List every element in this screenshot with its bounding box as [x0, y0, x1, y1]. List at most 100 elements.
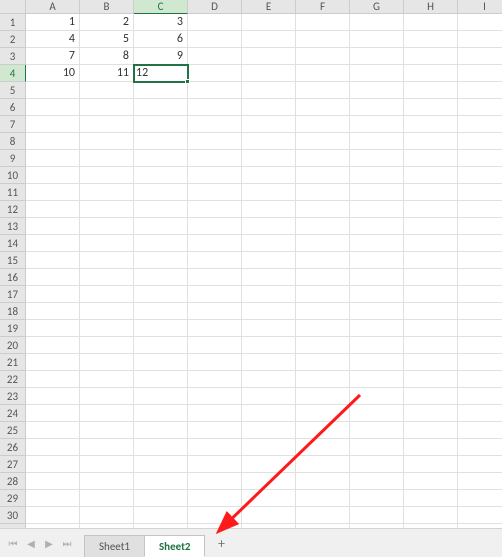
cell-e24[interactable]	[242, 405, 296, 422]
cell-d1[interactable]	[188, 14, 242, 31]
cell-g13[interactable]	[350, 218, 404, 235]
cell-g7[interactable]	[350, 116, 404, 133]
cell-e15[interactable]	[242, 252, 296, 269]
cell-a18[interactable]	[26, 303, 80, 320]
cell-d15[interactable]	[188, 252, 242, 269]
cell-a15[interactable]	[26, 252, 80, 269]
cell-b6[interactable]	[80, 99, 134, 116]
cell-e12[interactable]	[242, 201, 296, 218]
cell-e1[interactable]	[242, 14, 296, 31]
cell-b25[interactable]	[80, 422, 134, 439]
cell-c14[interactable]	[134, 235, 188, 252]
cell-f2[interactable]	[296, 31, 350, 48]
cell-e18[interactable]	[242, 303, 296, 320]
cell-i18[interactable]	[458, 303, 502, 320]
cell-i13[interactable]	[458, 218, 502, 235]
cell-c29[interactable]	[134, 490, 188, 507]
cell-b1[interactable]: 2	[80, 14, 134, 31]
cell-f29[interactable]	[296, 490, 350, 507]
cell-h29[interactable]	[404, 490, 458, 507]
cell-a2[interactable]: 4	[26, 31, 80, 48]
cell-g19[interactable]	[350, 320, 404, 337]
cell-f20[interactable]	[296, 337, 350, 354]
cell-c6[interactable]	[134, 99, 188, 116]
cell-b13[interactable]	[80, 218, 134, 235]
cell-f16[interactable]	[296, 269, 350, 286]
cell-c20[interactable]	[134, 337, 188, 354]
tab-sheet1[interactable]: Sheet1	[84, 535, 145, 557]
column-header-h[interactable]: H	[404, 0, 458, 14]
cell-d13[interactable]	[188, 218, 242, 235]
cell-d8[interactable]	[188, 133, 242, 150]
cell-d23[interactable]	[188, 388, 242, 405]
cell-g14[interactable]	[350, 235, 404, 252]
cell-h16[interactable]	[404, 269, 458, 286]
cell-a23[interactable]	[26, 388, 80, 405]
cell-d28[interactable]	[188, 473, 242, 490]
cell-f26[interactable]	[296, 439, 350, 456]
cell-b28[interactable]	[80, 473, 134, 490]
cell-h17[interactable]	[404, 286, 458, 303]
cell-c10[interactable]	[134, 167, 188, 184]
cell-f27[interactable]	[296, 456, 350, 473]
cell-b9[interactable]	[80, 150, 134, 167]
row-header-15[interactable]: 15	[0, 252, 26, 269]
cell-a29[interactable]	[26, 490, 80, 507]
cell-a6[interactable]	[26, 99, 80, 116]
cell-i1[interactable]	[458, 14, 502, 31]
row-header-3[interactable]: 3	[0, 48, 26, 65]
cell-e10[interactable]	[242, 167, 296, 184]
cell-e23[interactable]	[242, 388, 296, 405]
cell-b10[interactable]	[80, 167, 134, 184]
cell-i25[interactable]	[458, 422, 502, 439]
cell-f13[interactable]	[296, 218, 350, 235]
cell-d10[interactable]	[188, 167, 242, 184]
cell-e7[interactable]	[242, 116, 296, 133]
cell-g22[interactable]	[350, 371, 404, 388]
cell-c9[interactable]	[134, 150, 188, 167]
row-header-14[interactable]: 14	[0, 235, 26, 252]
cell-h13[interactable]	[404, 218, 458, 235]
tab-sheet2[interactable]: Sheet2	[144, 535, 206, 557]
row-header-6[interactable]: 6	[0, 99, 26, 116]
cell-a25[interactable]	[26, 422, 80, 439]
cell-a14[interactable]	[26, 235, 80, 252]
cell-i5[interactable]	[458, 82, 502, 99]
cell-f9[interactable]	[296, 150, 350, 167]
cell-h6[interactable]	[404, 99, 458, 116]
cell-f30[interactable]	[296, 507, 350, 524]
cell-h14[interactable]	[404, 235, 458, 252]
cell-c16[interactable]	[134, 269, 188, 286]
column-header-e[interactable]: E	[242, 0, 296, 14]
cell-b26[interactable]	[80, 439, 134, 456]
cell-h18[interactable]	[404, 303, 458, 320]
cell-g18[interactable]	[350, 303, 404, 320]
cell-g2[interactable]	[350, 31, 404, 48]
row-header-24[interactable]: 24	[0, 405, 26, 422]
cell-d25[interactable]	[188, 422, 242, 439]
cell-h10[interactable]	[404, 167, 458, 184]
cell-d4[interactable]	[188, 65, 242, 82]
cell-c19[interactable]	[134, 320, 188, 337]
cell-f19[interactable]	[296, 320, 350, 337]
cell-c2[interactable]: 6	[134, 31, 188, 48]
cell-b19[interactable]	[80, 320, 134, 337]
cell-b20[interactable]	[80, 337, 134, 354]
cell-f17[interactable]	[296, 286, 350, 303]
cell-f6[interactable]	[296, 99, 350, 116]
nav-prev-icon[interactable]: ◀	[22, 533, 40, 553]
cell-g3[interactable]	[350, 48, 404, 65]
row-header-28[interactable]: 28	[0, 473, 26, 490]
cell-e28[interactable]	[242, 473, 296, 490]
cell-g24[interactable]	[350, 405, 404, 422]
row-header-16[interactable]: 16	[0, 269, 26, 286]
cell-h4[interactable]	[404, 65, 458, 82]
cell-f4[interactable]	[296, 65, 350, 82]
cell-c1[interactable]: 3	[134, 14, 188, 31]
cell-g30[interactable]	[350, 507, 404, 524]
cell-a19[interactable]	[26, 320, 80, 337]
cell-c30[interactable]	[134, 507, 188, 524]
row-header-21[interactable]: 21	[0, 354, 26, 371]
cell-f7[interactable]	[296, 116, 350, 133]
cell-g6[interactable]	[350, 99, 404, 116]
